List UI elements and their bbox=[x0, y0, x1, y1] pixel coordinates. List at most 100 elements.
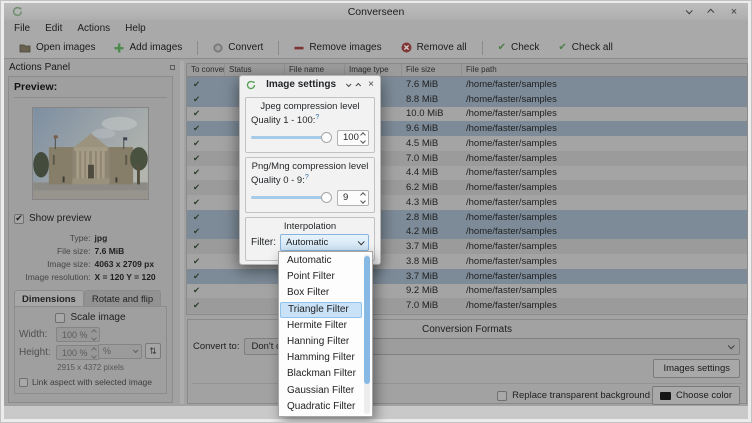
tab-dimensions[interactable]: Dimensions bbox=[14, 290, 84, 307]
panel-splitter[interactable] bbox=[180, 61, 184, 404]
toolbar-separator bbox=[197, 41, 198, 55]
checkbox-unchecked-icon bbox=[55, 313, 65, 323]
cell-file-size: 4.5 MiB bbox=[402, 138, 462, 149]
convert-button[interactable]: Convert bbox=[205, 40, 271, 55]
png-group-title: Png/Mng compression level bbox=[251, 161, 369, 172]
filter-option[interactable]: Box Filter bbox=[280, 285, 362, 301]
pixels-note: 2915 x 4372 pixels bbox=[19, 363, 162, 372]
cell-to-convert: ✔ bbox=[187, 226, 225, 237]
jpeg-quality-slider[interactable] bbox=[251, 131, 332, 144]
maximize-icon[interactable] bbox=[705, 6, 717, 18]
cell-file-size: 7.0 MiB bbox=[402, 153, 462, 164]
cell-file-size: 2.8 MiB bbox=[402, 212, 462, 223]
dimensions-group: Scale image Width: 100 % Height: 100 % bbox=[14, 306, 167, 394]
cell-file-path: /home/faster/samples bbox=[462, 212, 747, 223]
unit-select[interactable]: % bbox=[98, 344, 142, 359]
header-file-size[interactable]: File size bbox=[402, 64, 462, 76]
table-row[interactable]: ✔7.0 MiB/home/faster/samples bbox=[187, 298, 747, 313]
open-images-button[interactable]: Open images bbox=[11, 40, 103, 55]
tab-rotate-and-flip[interactable]: Rotate and flip bbox=[84, 290, 161, 307]
cell-file-path: /home/faster/samples bbox=[462, 226, 747, 237]
cell-file-path: /home/faster/samples bbox=[462, 285, 747, 296]
scrollbar-thumb[interactable] bbox=[364, 256, 370, 384]
cell-file-size: 4.2 MiB bbox=[402, 226, 462, 237]
dialog-titlebar[interactable]: Image settings × bbox=[240, 76, 380, 93]
filter-option[interactable]: Point Filter bbox=[280, 269, 362, 285]
filter-option[interactable]: Gaussian Filter bbox=[280, 383, 362, 399]
menu-item-file[interactable]: File bbox=[14, 23, 30, 34]
titlebar[interactable]: Converseen × bbox=[4, 3, 748, 20]
help-icon[interactable]: ? bbox=[315, 114, 319, 121]
color-swatch-icon bbox=[660, 392, 671, 400]
actions-panel: Actions Panel Preview: bbox=[8, 61, 178, 407]
filter-option[interactable]: Hanning Filter bbox=[280, 334, 362, 350]
cell-file-size: 7.0 MiB bbox=[402, 300, 462, 311]
cell-file-path: /home/faster/samples bbox=[462, 108, 747, 119]
cell-to-convert: ✔ bbox=[187, 212, 225, 223]
info-value: jpg bbox=[95, 233, 156, 243]
table-row[interactable]: ✔3.7 MiB/home/faster/samples bbox=[187, 269, 747, 284]
filter-option[interactable]: Hermite Filter bbox=[280, 318, 362, 334]
image-settings-dialog: Image settings × Jpeg compression level … bbox=[239, 75, 381, 265]
images-settings-button[interactable]: Images settings bbox=[653, 359, 740, 378]
remove-all-button[interactable]: Remove all bbox=[393, 40, 475, 55]
cell-to-convert: ✔ bbox=[187, 79, 225, 90]
cell-file-size: 10.0 MiB bbox=[402, 108, 462, 119]
width-spinner[interactable]: 100 % bbox=[56, 327, 100, 342]
divider bbox=[14, 97, 167, 98]
link-aspect-label: Link aspect with selected image bbox=[32, 377, 152, 387]
spinner-arrows-icon bbox=[361, 193, 365, 203]
filter-option[interactable]: Triangle Filter bbox=[280, 302, 362, 318]
filter-option[interactable]: Automatic bbox=[280, 253, 362, 269]
float-panel-icon[interactable] bbox=[170, 65, 175, 70]
png-quality-slider[interactable] bbox=[251, 191, 332, 204]
header-file-path[interactable]: File path bbox=[462, 64, 747, 76]
close-icon[interactable]: × bbox=[728, 6, 740, 18]
cell-file-path: /home/faster/samples bbox=[462, 153, 747, 164]
cell-file-size: 3.7 MiB bbox=[402, 271, 462, 282]
info-value: X = 120 Y = 120 bbox=[95, 272, 156, 282]
remove-images-button[interactable]: Remove images bbox=[286, 40, 389, 55]
filter-select[interactable]: Automatic bbox=[280, 234, 369, 251]
dialog-close-icon[interactable]: × bbox=[368, 80, 374, 90]
dialog-maximize-icon[interactable] bbox=[357, 79, 361, 90]
cell-file-path: /home/faster/samples bbox=[462, 138, 747, 149]
scale-image-checkbox[interactable]: Scale image bbox=[19, 312, 162, 323]
check-all-button[interactable]: ✔ Check all bbox=[550, 40, 621, 55]
filter-option[interactable]: Blackman Filter bbox=[280, 366, 362, 382]
jpeg-quality-spinbox[interactable]: 100 bbox=[337, 130, 369, 146]
cell-file-size: 4.3 MiB bbox=[402, 197, 462, 208]
png-quality-spinbox[interactable]: 9 bbox=[337, 190, 369, 206]
filter-option[interactable]: Hamming Filter bbox=[280, 350, 362, 366]
height-spinner[interactable]: 100 % bbox=[56, 345, 100, 360]
cell-file-path: /home/faster/samples bbox=[462, 182, 747, 193]
replace-transparent-checkbox[interactable]: Replace transparent background bbox=[497, 390, 650, 401]
swap-dimensions-button[interactable]: ⇅ bbox=[145, 343, 161, 359]
menu-item-edit[interactable]: Edit bbox=[45, 23, 62, 34]
png-quality-label: Quality 0 - 9:? bbox=[251, 174, 369, 186]
check-button[interactable]: ✔ Check bbox=[490, 40, 548, 55]
dialog-minimize-icon[interactable] bbox=[346, 79, 350, 90]
interpolation-title: Interpolation bbox=[251, 221, 369, 232]
add-images-button[interactable]: Add images bbox=[106, 40, 190, 55]
choose-color-button[interactable]: Choose color bbox=[652, 386, 740, 405]
slider-handle[interactable] bbox=[321, 192, 332, 203]
show-preview-checkbox[interactable]: ✔ Show preview bbox=[14, 213, 167, 224]
slider-handle[interactable] bbox=[321, 132, 332, 143]
link-aspect-checkbox[interactable]: Link aspect with selected image bbox=[19, 377, 162, 387]
convert-to-label: Convert to: bbox=[193, 341, 239, 352]
jpeg-quality-label: Quality 1 - 100:? bbox=[251, 114, 369, 126]
header-to-convert[interactable]: To convert bbox=[187, 64, 225, 76]
converseen-window: Converseen × File Edit Actions Help Open… bbox=[0, 0, 752, 423]
help-icon[interactable]: ? bbox=[305, 174, 309, 181]
table-row[interactable]: ✔9.2 MiB/home/faster/samples bbox=[187, 284, 747, 299]
cell-to-convert: ✔ bbox=[187, 123, 225, 134]
height-label: Height: bbox=[19, 347, 53, 358]
divider bbox=[192, 383, 742, 384]
filter-option[interactable]: Quadratic Filter bbox=[280, 399, 362, 415]
minimize-icon[interactable] bbox=[682, 6, 694, 18]
spinner-arrows-icon bbox=[92, 330, 96, 340]
menu-item-actions[interactable]: Actions bbox=[77, 23, 110, 34]
filter-dropdown-list: AutomaticPoint FilterBox FilterTriangle … bbox=[278, 251, 373, 417]
menu-item-help[interactable]: Help bbox=[125, 23, 146, 34]
